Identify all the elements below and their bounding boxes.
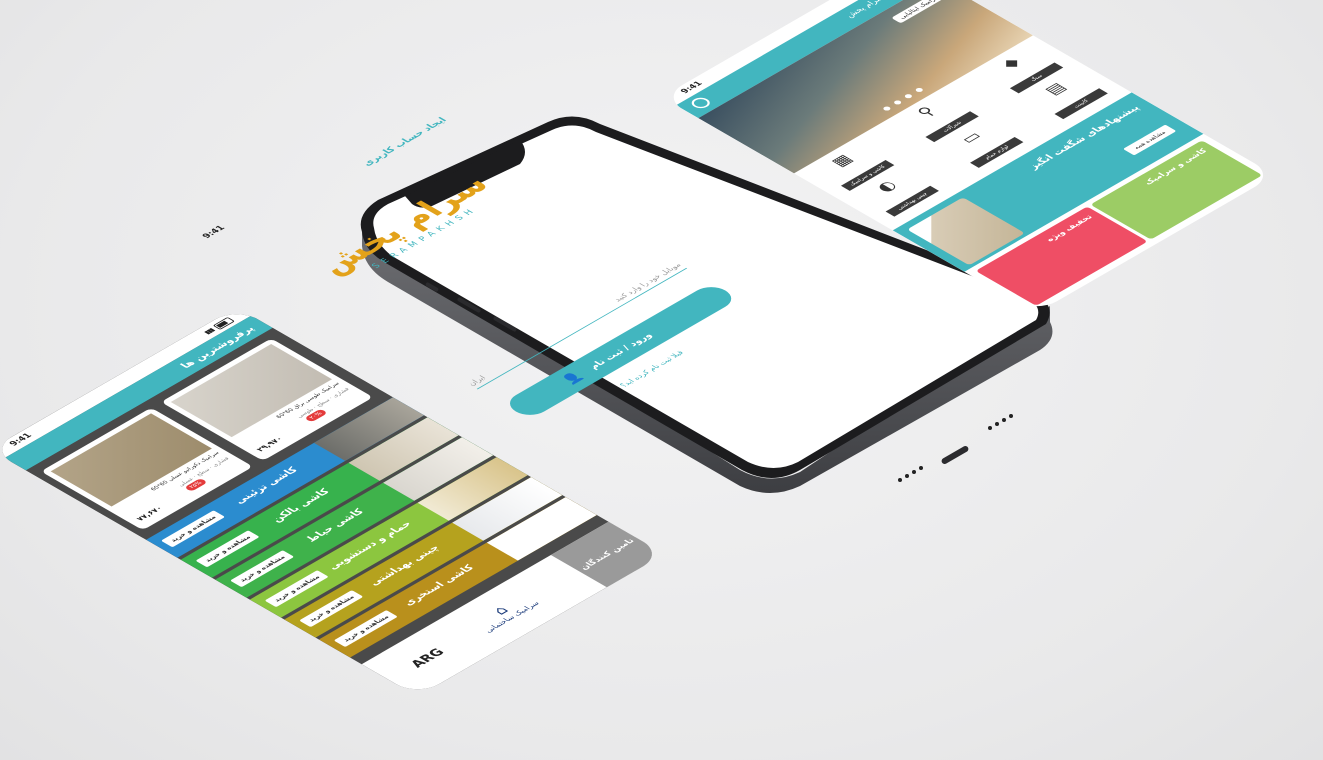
mockup-scene: ایجاد حساب کاربری 9:41 سرام پخش SERAMPAK…: [0, 0, 1323, 760]
login-button-label: ورود / ثبت نام: [586, 331, 655, 371]
country-label: ایران: [465, 374, 488, 387]
promo-view-all-button[interactable]: مشاهده همه: [1123, 124, 1177, 156]
search-icon[interactable]: [687, 95, 714, 111]
supplier-logo-arg[interactable]: ARG: [408, 647, 448, 670]
phone-placeholder: موبایل خود را وارد کنید: [611, 261, 683, 303]
supplier-logo-building[interactable]: ⌂ سرامیک ساختمانی: [467, 591, 542, 634]
signal-icon: ▮▮▮: [202, 327, 217, 336]
hero-tag: سرامیک ایتالیایی: [890, 0, 949, 24]
user-icon: 👤: [559, 370, 587, 387]
